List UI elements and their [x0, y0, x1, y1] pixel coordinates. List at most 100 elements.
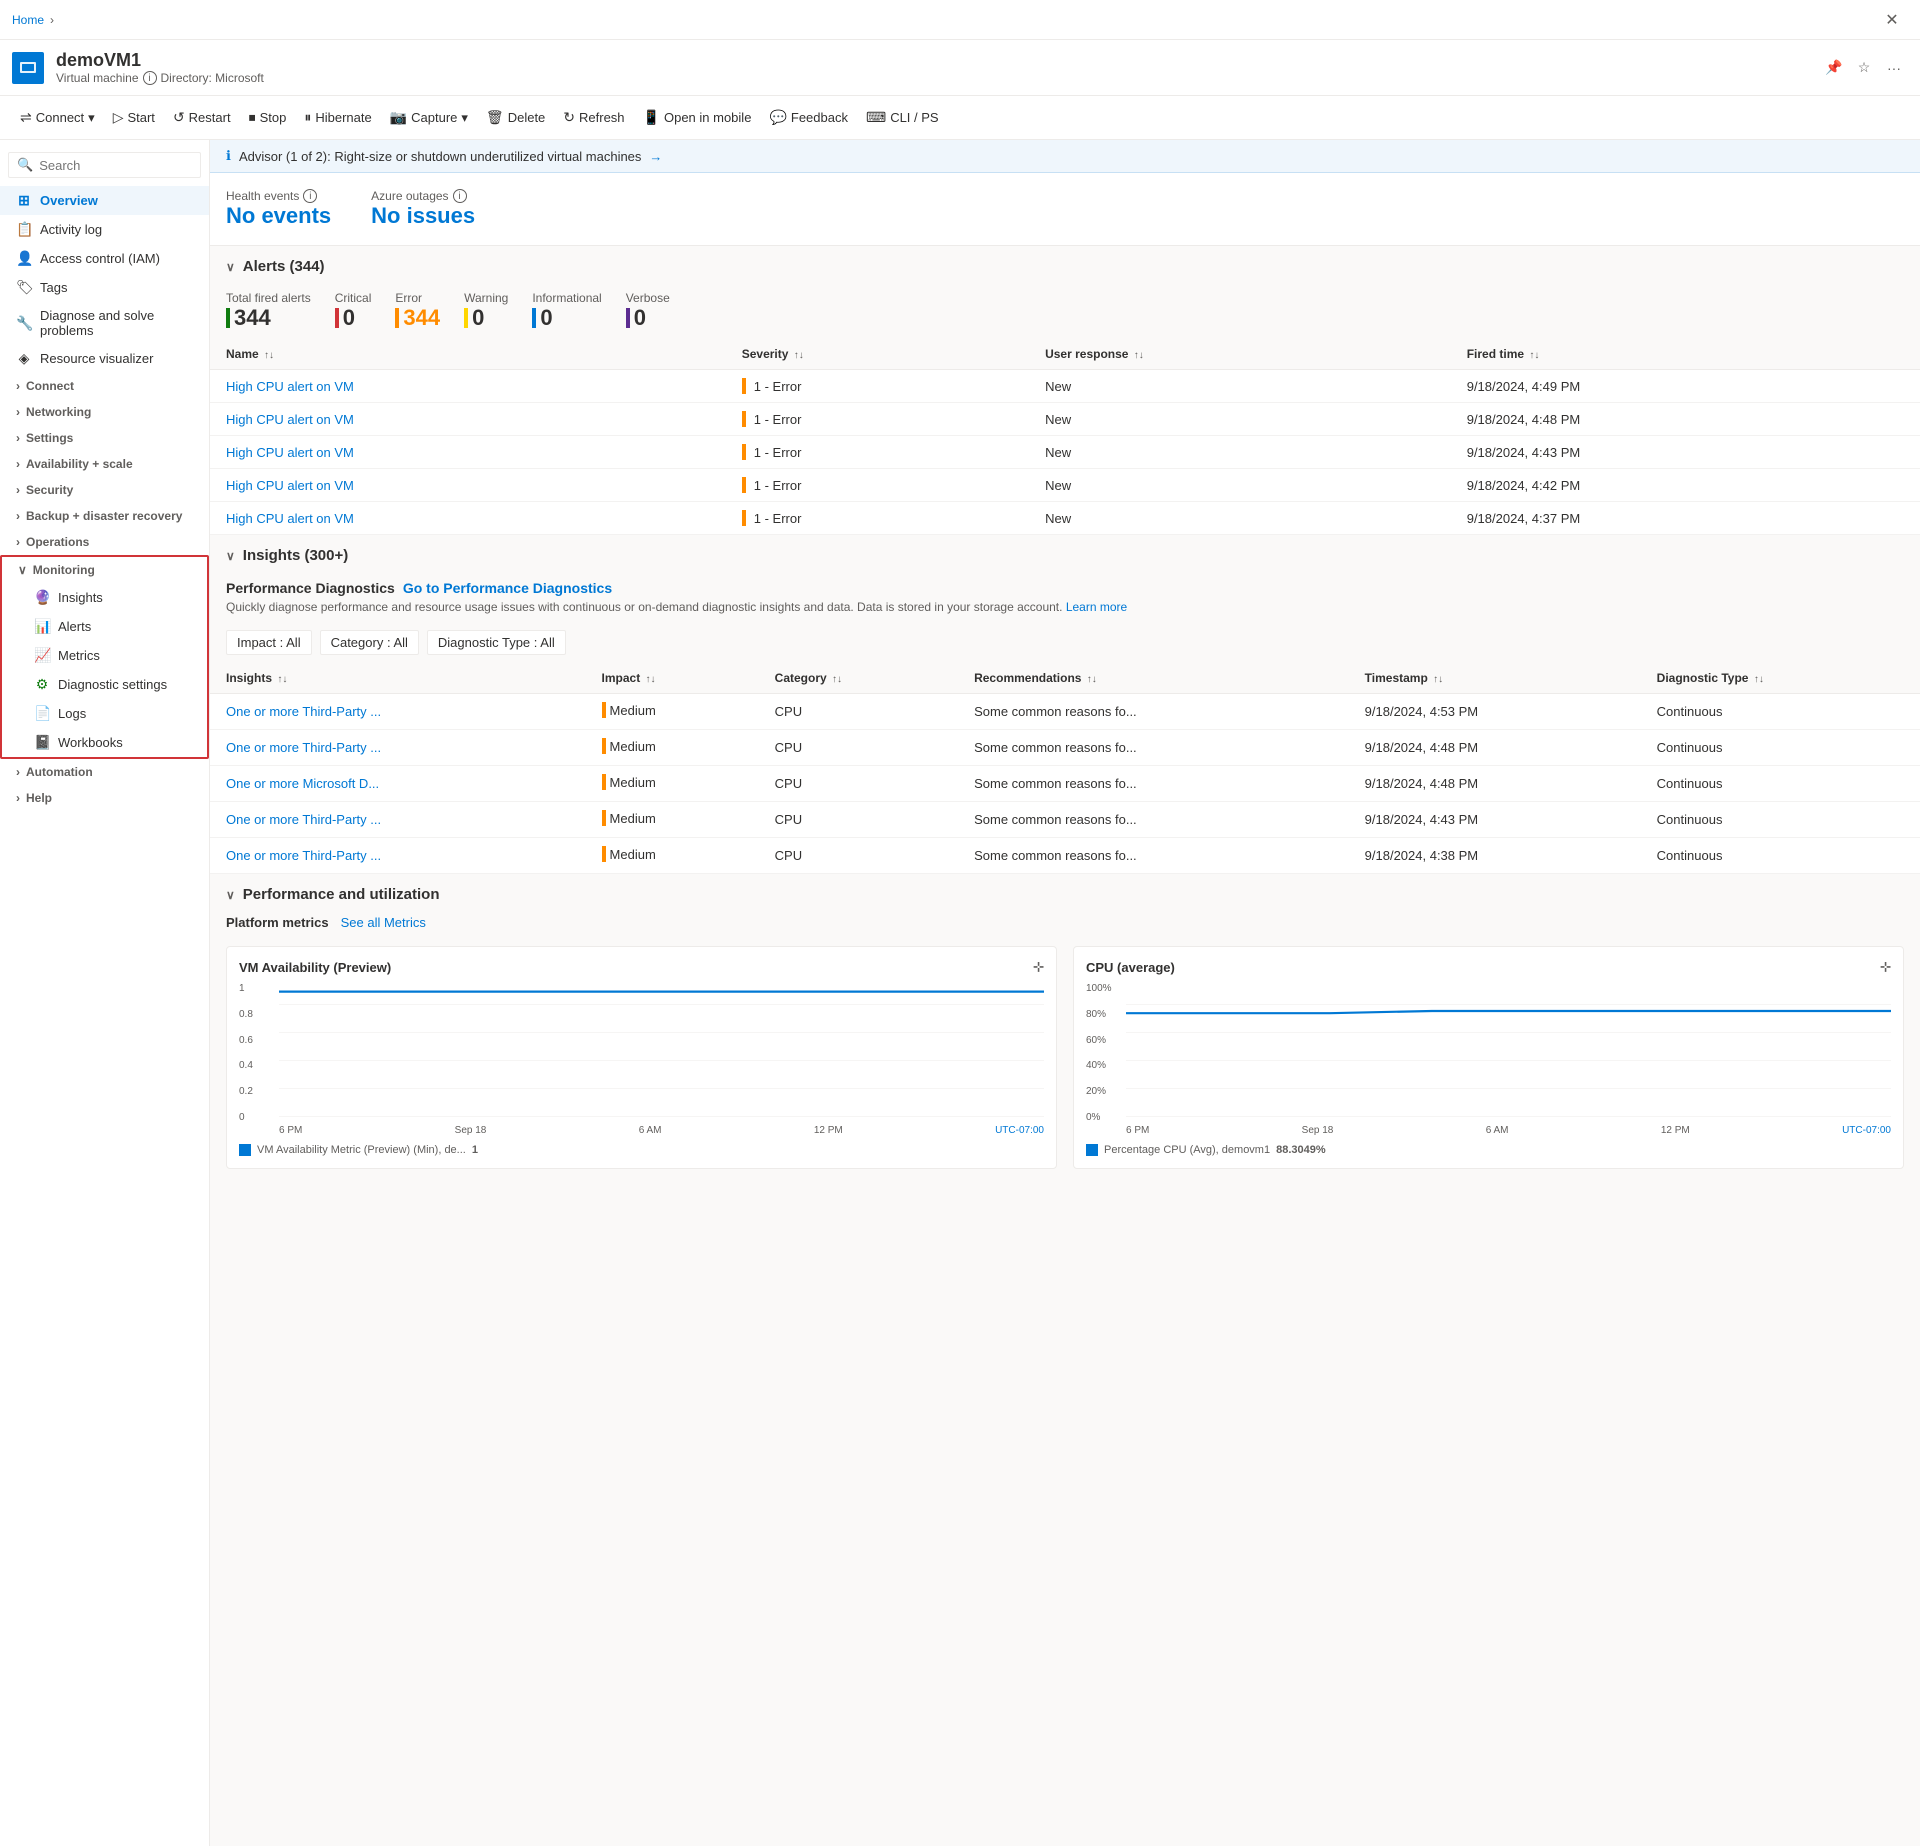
breadcrumb-home[interactable]: Home	[12, 13, 44, 27]
search-input[interactable]	[39, 158, 192, 173]
sidebar-group-operations[interactable]: › Operations	[0, 529, 209, 555]
diagnose-icon: 🔧	[16, 315, 32, 332]
sidebar-group-help[interactable]: › Help	[0, 785, 209, 811]
insights-title: Insights (300+)	[243, 547, 348, 564]
monitoring-group: ∨ Monitoring 🔮 Insights 📊 Alerts 📈 Metri…	[0, 555, 209, 759]
total-bar	[226, 308, 230, 328]
filter-category[interactable]: Category : All	[320, 630, 419, 655]
sidebar-item-insights[interactable]: 🔮 Insights	[2, 583, 207, 612]
alerts-col-fired[interactable]: Fired time ↑↓	[1451, 339, 1920, 370]
chevron-right-icon: ›	[16, 457, 20, 471]
chevron-right-icon: ›	[16, 791, 20, 805]
table-row: High CPU alert on VM 1 - Error New 9/18/…	[210, 370, 1920, 403]
insights-col-timestamp[interactable]: Timestamp ↑↓	[1349, 663, 1641, 694]
insights-table: Insights ↑↓ Impact ↑↓ Category ↑↓ Recomm…	[210, 663, 1920, 874]
learn-more-link[interactable]: Learn more	[1066, 600, 1127, 614]
sidebar-group-availability[interactable]: › Availability + scale	[0, 451, 209, 477]
feedback-button[interactable]: 💬 Feedback	[761, 104, 856, 131]
vm-availability-chart-area: 10.80.60.40.20	[239, 983, 1044, 1123]
alerts-section-header[interactable]: ∨ Alerts (344)	[210, 246, 1920, 283]
alert-name-link[interactable]: High CPU alert on VM	[226, 379, 354, 394]
overview-icon: ⊞	[16, 192, 32, 209]
pin-cpu-chart-icon[interactable]: ⊹	[1880, 959, 1891, 975]
alerts-table: Name ↑↓ Severity ↑↓ User response ↑↓ Fir…	[210, 339, 1920, 535]
alerts-col-severity[interactable]: Severity ↑↓	[726, 339, 1029, 370]
informational-bar	[532, 308, 536, 328]
alert-name-link[interactable]: High CPU alert on VM	[226, 478, 354, 493]
insights-section-header[interactable]: ∨ Insights (300+)	[210, 535, 1920, 572]
stop-button[interactable]: ⏹ Stop	[241, 104, 295, 131]
sidebar-item-alerts[interactable]: 📊 Alerts	[2, 612, 207, 641]
perf-metrics-header: Platform metrics See all Metrics	[210, 911, 1920, 938]
insights-col-recommendations[interactable]: Recommendations ↑↓	[958, 663, 1349, 694]
table-row: One or more Microsoft D... Medium CPU So…	[210, 766, 1920, 802]
logs-icon: 📄	[34, 705, 50, 722]
table-row: High CPU alert on VM 1 - Error New 9/18/…	[210, 502, 1920, 535]
toolbar: ⇌ Connect ▾ ▷ Start ↺ Restart ⏹ Stop ⏸ H…	[0, 96, 1920, 140]
capture-button[interactable]: 📷 Capture ▾	[382, 104, 476, 131]
alert-name-link[interactable]: High CPU alert on VM	[226, 445, 354, 460]
sidebar-item-logs[interactable]: 📄 Logs	[2, 699, 207, 728]
sidebar-group-monitoring[interactable]: ∨ Monitoring	[2, 557, 207, 583]
sidebar-item-diagnostic-settings[interactable]: ⚙ Diagnostic settings	[2, 670, 207, 699]
insights-col-impact[interactable]: Impact ↑↓	[586, 663, 759, 694]
sidebar-item-workbooks[interactable]: 📓 Workbooks	[2, 728, 207, 757]
connect-button[interactable]: ⇌ Connect ▾	[12, 104, 103, 131]
star-icon[interactable]: ☆	[1850, 54, 1878, 82]
restart-button[interactable]: ↺ Restart	[165, 104, 239, 131]
filter-diagnostic-type[interactable]: Diagnostic Type : All	[427, 630, 566, 655]
delete-button[interactable]: 🗑 Delete	[478, 104, 553, 131]
pin-vm-chart-icon[interactable]: ⊹	[1033, 959, 1044, 975]
insight-name-link[interactable]: One or more Microsoft D...	[226, 776, 379, 791]
health-events: Health events i No events	[226, 189, 331, 229]
table-row: One or more Third-Party ... Medium CPU S…	[210, 838, 1920, 874]
alert-name-link[interactable]: High CPU alert on VM	[226, 511, 354, 526]
advisor-link[interactable]: →	[649, 149, 662, 164]
sidebar-group-automation[interactable]: › Automation	[0, 759, 209, 785]
mobile-icon: 📱	[643, 109, 660, 126]
alerts-col-response[interactable]: User response ↑↓	[1029, 339, 1451, 370]
sidebar-group-settings[interactable]: › Settings	[0, 425, 209, 451]
sidebar-item-resource-visualizer[interactable]: ◈ Resource visualizer	[0, 344, 209, 373]
see-all-metrics-link[interactable]: See all Metrics	[341, 915, 426, 930]
sidebar-item-overview[interactable]: ⊞ Overview	[0, 186, 209, 215]
insight-name-link[interactable]: One or more Third-Party ...	[226, 704, 381, 719]
insight-name-link[interactable]: One or more Third-Party ...	[226, 740, 381, 755]
alert-warning: Warning 0	[464, 291, 508, 331]
outages-info-icon[interactable]: i	[453, 189, 467, 203]
alerts-chevron-icon: ∨	[226, 260, 235, 274]
filter-impact[interactable]: Impact : All	[226, 630, 312, 655]
start-button[interactable]: ▷ Start	[105, 104, 163, 131]
open-mobile-button[interactable]: 📱 Open in mobile	[635, 104, 760, 131]
sidebar-group-connect[interactable]: › Connect	[0, 373, 209, 399]
sidebar-group-networking[interactable]: › Networking	[0, 399, 209, 425]
table-row: High CPU alert on VM 1 - Error New 9/18/…	[210, 436, 1920, 469]
close-button[interactable]: ✕	[1876, 4, 1908, 36]
more-icon[interactable]: ···	[1880, 54, 1908, 82]
alert-name-link[interactable]: High CPU alert on VM	[226, 412, 354, 427]
sidebar-item-access-control[interactable]: 👤 Access control (IAM)	[0, 244, 209, 273]
content-area: ℹ Advisor (1 of 2): Right-size or shutdo…	[210, 140, 1920, 1846]
insights-col-category[interactable]: Category ↑↓	[759, 663, 958, 694]
sidebar-item-diagnose[interactable]: 🔧 Diagnose and solve problems	[0, 302, 209, 344]
insights-col-name[interactable]: Insights ↑↓	[210, 663, 586, 694]
insight-name-link[interactable]: One or more Third-Party ...	[226, 812, 381, 827]
hibernate-button[interactable]: ⏸ Hibernate	[296, 104, 379, 131]
sidebar-item-tags[interactable]: 🏷 Tags	[0, 273, 209, 302]
table-row: One or more Third-Party ... Medium CPU S…	[210, 730, 1920, 766]
sidebar-group-backup[interactable]: › Backup + disaster recovery	[0, 503, 209, 529]
activity-log-icon: 📋	[16, 221, 32, 238]
vm-availability-legend: VM Availability Metric (Preview) (Min), …	[239, 1144, 1044, 1156]
perf-diag-link[interactable]: Go to Performance Diagnostics	[403, 580, 612, 596]
sidebar-item-activity-log[interactable]: 📋 Activity log	[0, 215, 209, 244]
health-events-info-icon[interactable]: i	[303, 189, 317, 203]
insight-name-link[interactable]: One or more Third-Party ...	[226, 848, 381, 863]
insights-col-type[interactable]: Diagnostic Type ↑↓	[1641, 663, 1920, 694]
alerts-col-name[interactable]: Name ↑↓	[210, 339, 726, 370]
refresh-button[interactable]: ↻ Refresh	[555, 104, 632, 131]
sidebar-item-metrics[interactable]: 📈 Metrics	[2, 641, 207, 670]
performance-section-header[interactable]: ∨ Performance and utilization	[210, 874, 1920, 911]
cli-button[interactable]: ⌨ CLI / PS	[858, 104, 947, 131]
pin-icon[interactable]: 📌	[1820, 54, 1848, 82]
sidebar-group-security[interactable]: › Security	[0, 477, 209, 503]
